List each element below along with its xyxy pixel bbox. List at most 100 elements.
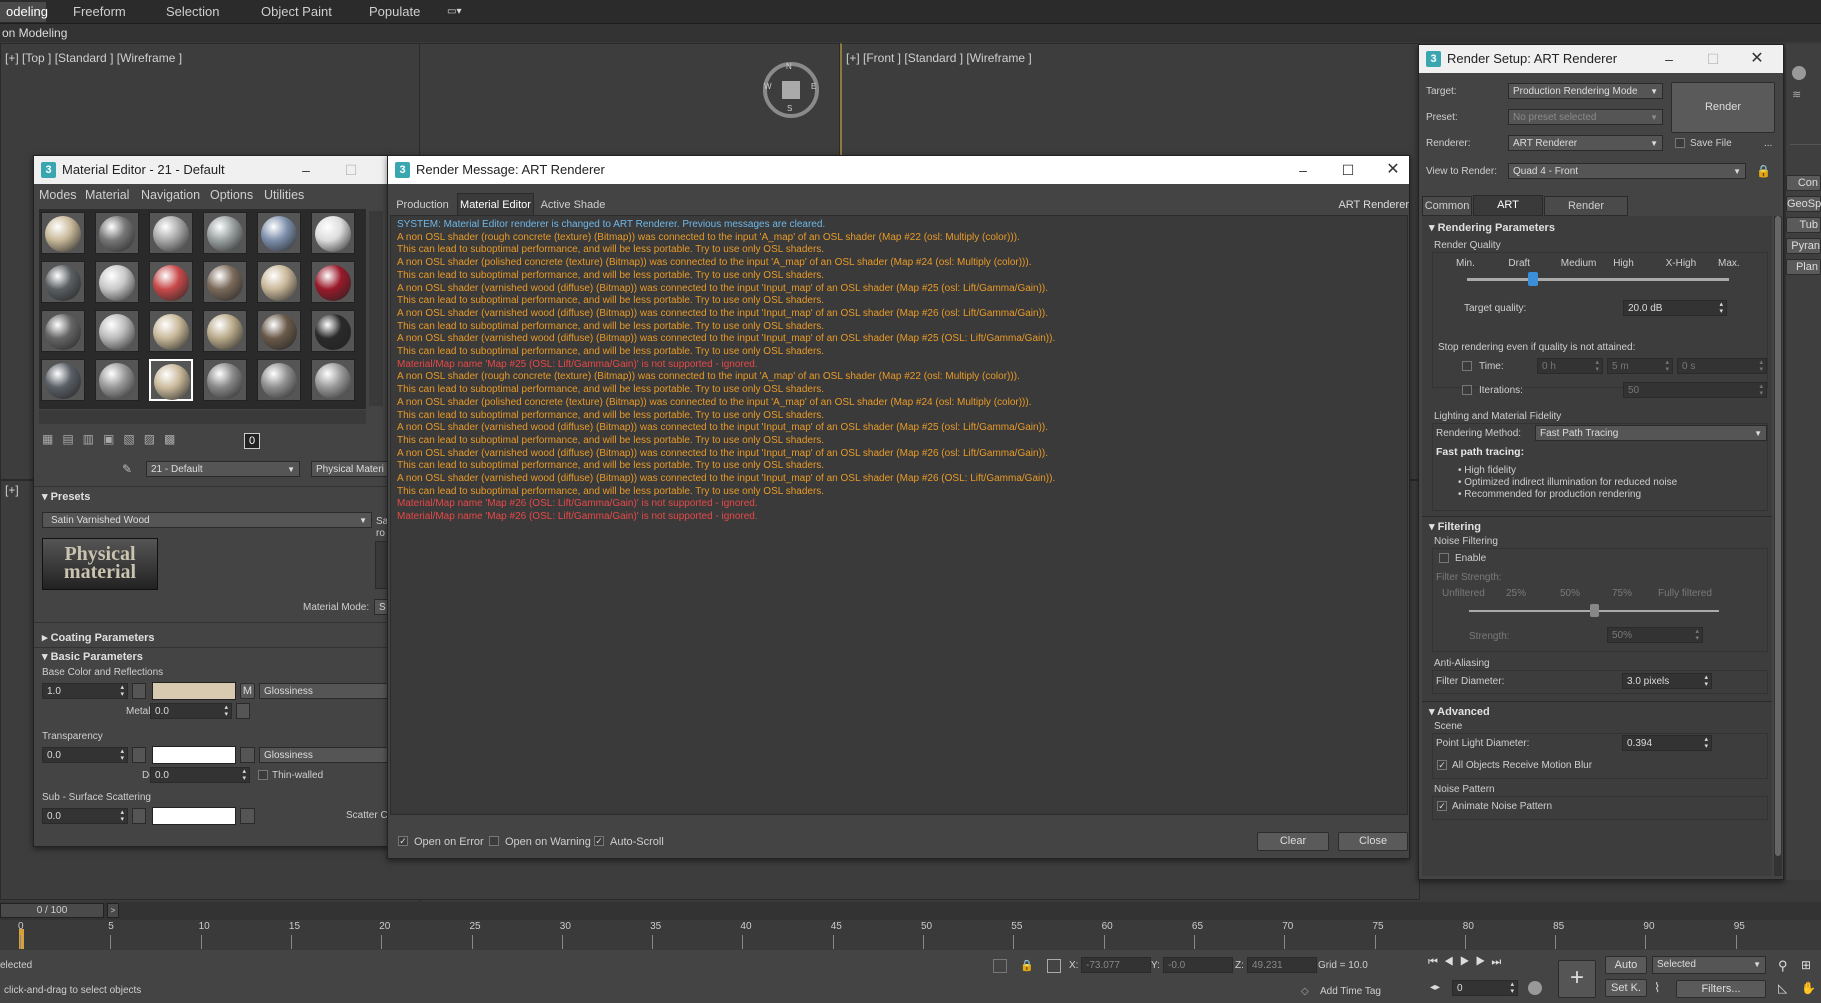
material-sample-slot[interactable]: [203, 310, 247, 352]
open-on-warning-checkbox[interactable]: [489, 836, 499, 846]
target-quality-spinner[interactable]: 20.0 dB ▴ ▾: [1623, 300, 1727, 316]
tab-art-renderer[interactable]: ART Renderer: [1473, 195, 1543, 230]
menu-modes[interactable]: Modes: [39, 188, 77, 202]
tube-button[interactable]: Tub: [1786, 217, 1821, 233]
base-weight-map-button[interactable]: [132, 683, 146, 699]
tab-production[interactable]: Production: [390, 195, 455, 215]
menu-utilities[interactable]: Utilities: [264, 188, 304, 202]
y-coordinate-field[interactable]: -0.0: [1163, 957, 1233, 973]
cone-button[interactable]: Con: [1786, 175, 1821, 191]
metalness-spinner[interactable]: 0.0 ▴ ▾: [150, 703, 232, 719]
pan-hand-icon[interactable]: ✋: [1801, 981, 1817, 997]
slots-horizontal-scrollbar[interactable]: [39, 410, 366, 424]
material-sample-slot[interactable]: [41, 310, 85, 352]
z-coordinate-field[interactable]: 49.231: [1247, 957, 1317, 973]
time-config-icon[interactable]: [1528, 981, 1542, 995]
material-sample-slot[interactable]: [203, 212, 247, 254]
lock-selection-icon[interactable]: 🔒: [1020, 959, 1034, 973]
material-sample-slot[interactable]: [311, 212, 355, 254]
menu-material[interactable]: Material: [85, 188, 129, 202]
target-dropdown[interactable]: Production Rendering Mode ▼: [1508, 83, 1663, 99]
maximize-icon[interactable]: ☐: [1326, 156, 1370, 184]
current-frame-field[interactable]: 0 ▴ ▾: [1452, 980, 1518, 996]
maximize-icon[interactable]: ☐: [329, 156, 373, 184]
filter-strength-thumb[interactable]: [1590, 604, 1599, 617]
enable-noise-filter-checkbox[interactable]: [1439, 553, 1449, 563]
close-button[interactable]: Close: [1338, 832, 1408, 851]
material-sample-slot[interactable]: [41, 261, 85, 303]
viewcube-compass[interactable]: N S W E: [763, 62, 819, 118]
tab-populate[interactable]: Populate: [363, 2, 426, 22]
sss-color-map-button[interactable]: [240, 808, 255, 824]
material-sample-slot[interactable]: [311, 310, 355, 352]
maximize-icon[interactable]: ☐: [1691, 45, 1735, 73]
quality-slider-thumb[interactable]: [1527, 272, 1538, 286]
rendering-parameters-header[interactable]: ▾ Rendering Parameters: [1429, 221, 1555, 234]
material-sample-slot[interactable]: [149, 359, 193, 401]
material-sample-slot[interactable]: [257, 310, 301, 352]
metalness-map-button[interactable]: [236, 703, 250, 719]
coating-parameters-header[interactable]: ▸ Coating Parameters: [42, 631, 155, 644]
viewport-top-label[interactable]: [+] [Top ] [Standard ] [Wireframe ]: [5, 51, 182, 65]
render-setup-scroll-thumb[interactable]: [1775, 216, 1781, 856]
material-sample-slot[interactable]: [203, 261, 247, 303]
sss-color-swatch[interactable]: [152, 807, 236, 825]
base-weight-spinner[interactable]: 1.0 ▴ ▾: [42, 683, 128, 699]
material-name-dropdown[interactable]: 21 - Default ▼: [146, 461, 300, 477]
material-toolbar[interactable]: ▦▤▥▣▧▨▩: [42, 432, 372, 450]
close-icon[interactable]: ✕: [1735, 45, 1779, 73]
tab-modeling[interactable]: odeling: [0, 2, 48, 22]
transparency-color-map-button[interactable]: [240, 747, 255, 763]
tab-freeform[interactable]: Freeform: [67, 2, 132, 22]
eyedropper-icon[interactable]: ✎: [122, 462, 136, 476]
set-key-icon[interactable]: +: [1558, 960, 1596, 998]
render-setup-titlebar[interactable]: 3 Render Setup: ART Renderer – ☐ ✕: [1419, 45, 1783, 73]
material-sample-slot[interactable]: [149, 212, 193, 254]
sss-map-button[interactable]: [132, 808, 146, 824]
transparency-map-button[interactable]: [132, 747, 146, 763]
transparency-roughness-dropdown[interactable]: Glossiness: [259, 747, 391, 763]
tab-material-editor[interactable]: Material Editor: [457, 193, 534, 215]
material-sample-slot[interactable]: [41, 212, 85, 254]
tab-render-elements[interactable]: Render Elements: [1544, 196, 1628, 230]
time-slider[interactable]: 0 / 100: [0, 903, 104, 918]
tab-common[interactable]: Common: [1422, 196, 1472, 216]
field-of-view-icon[interactable]: ◺: [1778, 981, 1794, 997]
material-sample-slot[interactable]: [311, 261, 355, 303]
time-hours-spinner[interactable]: 0 h ▴ ▾: [1537, 358, 1603, 374]
next-frame-icon[interactable]: >: [107, 903, 119, 918]
material-sample-slot[interactable]: [41, 359, 85, 401]
material-editor-titlebar[interactable]: 3 Material Editor - 21 - Default – ☐: [34, 156, 389, 184]
set-key-button[interactable]: Set K.: [1605, 979, 1647, 997]
view-to-render-dropdown[interactable]: Quad 4 - Front ▼: [1508, 163, 1746, 179]
material-sample-slot[interactable]: [203, 359, 247, 401]
lock-icon[interactable]: 🔒: [1756, 164, 1771, 178]
pyramid-button[interactable]: Pyran: [1786, 238, 1821, 254]
material-sample-slot[interactable]: [95, 359, 139, 401]
viewport-front-label[interactable]: [+] [Front ] [Standard ] [Wireframe ]: [846, 51, 1032, 65]
message-log[interactable]: SYSTEM: Material Editor renderer is chan…: [390, 215, 1408, 815]
viewport-bottom-label[interactable]: [+]: [5, 483, 19, 497]
animate-noise-checkbox[interactable]: ✓: [1437, 801, 1447, 811]
menu-options[interactable]: Options: [210, 188, 253, 202]
minimize-icon[interactable]: –: [1647, 45, 1691, 73]
playback-controls[interactable]: ⏮◀▶▶⏭: [1428, 956, 1528, 970]
motion-blur-checkbox[interactable]: ✓: [1437, 760, 1447, 770]
time-seconds-spinner[interactable]: 0 s ▴ ▾: [1677, 358, 1767, 374]
minimize-icon[interactable]: –: [284, 156, 328, 184]
material-sample-slot[interactable]: [257, 261, 301, 303]
quality-slider-track[interactable]: [1467, 278, 1729, 281]
plane-button[interactable]: Plan: [1786, 259, 1821, 275]
iterations-checkbox[interactable]: [1462, 385, 1472, 395]
key-tangent-icon[interactable]: ⌇: [1654, 980, 1672, 998]
render-setup-scrollbar[interactable]: [1774, 216, 1782, 876]
ribbon-options-icon[interactable]: ▭▾: [447, 6, 461, 17]
key-mode-icon[interactable]: ◂▸: [1430, 982, 1440, 993]
render-message-titlebar[interactable]: 3 Render Message: ART Renderer – ☐ ✕: [388, 156, 1409, 184]
key-filter-dropdown[interactable]: Selected ▼: [1652, 956, 1766, 974]
render-button[interactable]: Render: [1671, 82, 1775, 133]
thin-walled-checkbox[interactable]: [258, 770, 268, 780]
depth-spinner[interactable]: 0.0 ▴ ▾: [150, 767, 250, 783]
slots-vertical-scrollbar[interactable]: [369, 211, 383, 406]
material-sample-slot[interactable]: [149, 310, 193, 352]
